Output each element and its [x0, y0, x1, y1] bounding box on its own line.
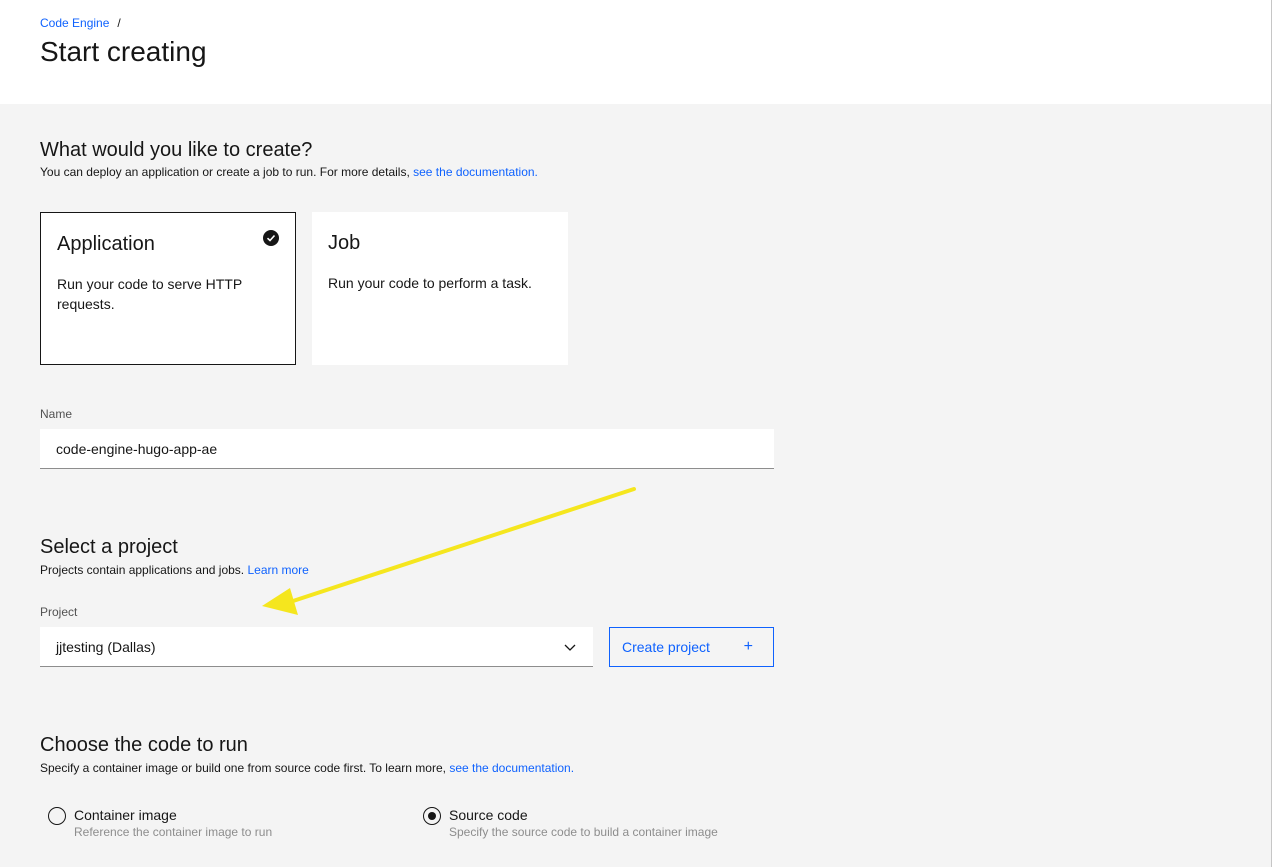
- radio-source-code-label: Source code: [449, 807, 528, 823]
- create-section-description: You can deploy an application or create …: [40, 165, 538, 179]
- project-select-value: jjtesting (Dallas): [56, 638, 156, 655]
- breadcrumb-separator: /: [117, 16, 121, 30]
- code-section-desc-text: Specify a container image or build one f…: [40, 761, 450, 775]
- radio-container-image-button[interactable]: [48, 807, 66, 825]
- learn-more-link[interactable]: Learn more: [247, 563, 308, 577]
- project-field-label: Project: [40, 605, 78, 619]
- radio-container-image[interactable]: Container image Reference the container …: [48, 806, 272, 840]
- breadcrumb: Code Engine /: [40, 16, 121, 30]
- page-header: Code Engine / Start creating: [0, 0, 1275, 104]
- project-section-desc-text: Projects contain applications and jobs.: [40, 563, 248, 577]
- breadcrumb-code-engine-link[interactable]: Code Engine: [40, 16, 109, 30]
- radio-container-image-help: Reference the container image to run: [74, 825, 273, 839]
- project-section-description: Projects contain applications and jobs. …: [40, 563, 309, 577]
- code-section-title: Choose the code to run: [40, 734, 248, 756]
- tile-job-title: Job: [328, 232, 361, 254]
- tile-application-title: Application: [57, 233, 155, 255]
- right-edge-divider: [1271, 0, 1275, 867]
- chevron-down-icon: [563, 640, 577, 657]
- radio-source-code-button[interactable]: [423, 807, 441, 825]
- checkmark-filled-icon: [263, 230, 279, 246]
- page-title: Start creating: [40, 36, 207, 67]
- code-docs-link[interactable]: see the documentation.: [449, 761, 574, 775]
- radio-source-code-help: Specify the source code to build a conta…: [449, 825, 718, 839]
- tile-job[interactable]: Job Run your code to perform a task.: [312, 212, 568, 365]
- tile-application-description: Run your code to serve HTTP requests.: [57, 276, 242, 312]
- tile-job-description: Run your code to perform a task.: [328, 275, 532, 291]
- radio-source-code[interactable]: Source code Specify the source code to b…: [423, 806, 718, 840]
- create-project-label: Create project: [622, 639, 710, 655]
- code-section-description: Specify a container image or build one f…: [40, 761, 574, 775]
- create-section-title: What would you like to create?: [40, 139, 313, 161]
- create-section-desc-text: You can deploy an application or create …: [40, 165, 414, 179]
- create-project-button[interactable]: Create project +: [609, 627, 774, 667]
- project-select[interactable]: jjtesting (Dallas): [40, 627, 593, 667]
- project-section-title: Select a project: [40, 536, 178, 558]
- create-docs-link[interactable]: see the documentation.: [413, 165, 538, 179]
- plus-icon: +: [743, 638, 753, 655]
- tile-application[interactable]: Application Run your code to serve HTTP …: [40, 212, 296, 365]
- name-field-label: Name: [40, 407, 73, 421]
- radio-container-image-label: Container image: [74, 807, 177, 823]
- name-input[interactable]: [40, 429, 774, 469]
